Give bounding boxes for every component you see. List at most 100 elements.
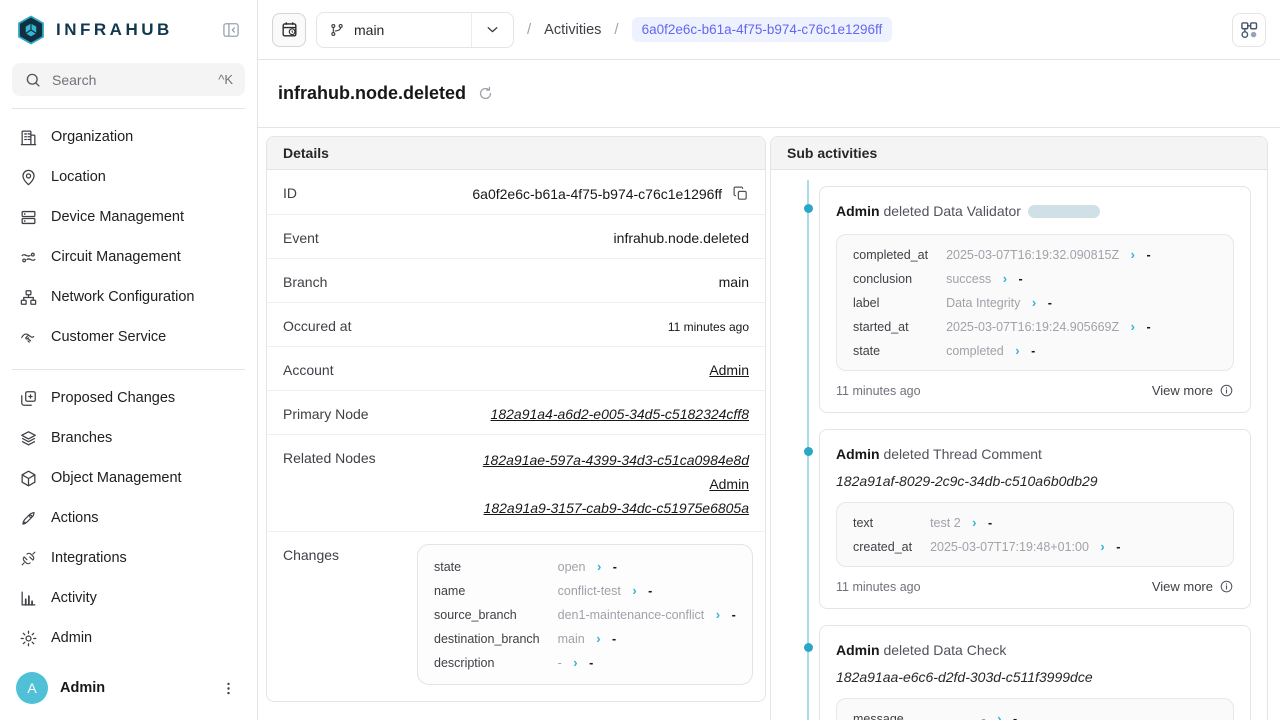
sidebar-item[interactable]: Customer Service (8, 317, 249, 357)
chevron-right-icon: › (596, 631, 600, 646)
sidebar: INFRAHUB Search ^K Organization Location (0, 0, 258, 720)
chart-icon (18, 588, 38, 608)
sub-activity-timestamp: 11 minutes ago (836, 384, 921, 398)
primary-node-link[interactable]: 182a91a4-a6d2-e005-34d5-c5182324cff8 (491, 406, 749, 422)
sidebar-item[interactable]: Actions (8, 498, 249, 538)
layers-icon (18, 428, 38, 448)
branch-selector-toggle[interactable] (471, 13, 513, 47)
user-menu-button[interactable] (216, 676, 241, 701)
branch-selector[interactable]: main (316, 12, 514, 48)
attribute-key: label (853, 296, 928, 310)
related-node-link[interactable]: 182a91a9-3157-cab9-34dc-c51975e6805a (484, 498, 749, 519)
sidebar-collapse-button[interactable] (219, 18, 243, 42)
sidebar-item-label: Customer Service (51, 329, 166, 345)
changes-box: state open › - name conflict-test › (417, 544, 753, 685)
schema-visualizer-button[interactable] (1232, 13, 1266, 47)
calendar-clock-icon (280, 20, 299, 39)
attribute-value: success › - (946, 271, 1217, 286)
change-value: den1-maintenance-conflict › - (558, 607, 736, 622)
sidebar-item-label: Object Management (51, 470, 182, 486)
sub-activity-actor: Admin (836, 446, 880, 462)
breadcrumb-id-badge[interactable]: 6a0f2e6c-b61a-4f75-b974-c76c1e1296ff (632, 17, 893, 42)
topbar: main / Activities / 6a0f2e6c-b61a-4f75-b… (258, 0, 1280, 60)
user-row[interactable]: A Admin (0, 658, 257, 720)
refresh-button[interactable] (477, 85, 494, 102)
sidebar-item-label: Organization (51, 129, 133, 145)
attribute-value: 2025-03-07T16:19:32.090815Z › - (946, 247, 1217, 262)
gear-icon (18, 628, 38, 648)
chevron-right-icon: › (573, 655, 577, 670)
related-node-link[interactable]: 182a91ae-597a-4399-34d3-c51ca0984e8d (483, 450, 749, 471)
sidebar-item-label: Circuit Management (51, 249, 181, 265)
breadcrumb-activities-link[interactable]: Activities (544, 22, 601, 38)
time-travel-button[interactable] (272, 13, 306, 47)
app-name: INFRAHUB (56, 20, 173, 40)
sidebar-item[interactable]: Device Management (8, 197, 249, 237)
chevron-right-icon: › (716, 607, 720, 622)
main-area: main / Activities / 6a0f2e6c-b61a-4f75-b… (258, 0, 1280, 720)
sidebar-item[interactable]: Admin (8, 618, 249, 658)
sidebar-item[interactable]: Location (8, 157, 249, 197)
sub-activity-timestamp: 11 minutes ago (836, 580, 921, 594)
change-key: source_branch (434, 608, 540, 622)
sidebar-item[interactable]: Organization (8, 117, 249, 157)
details-panel-header: Details (267, 137, 765, 170)
sidebar-item[interactable]: Proposed Changes (8, 378, 249, 418)
info-icon (1219, 383, 1234, 398)
sub-activities-timeline: Admin deleted Data Validator completed_a… (771, 170, 1267, 720)
detail-label: Event (283, 227, 319, 246)
sidebar-nav-primary: Organization Location Device Management … (0, 109, 257, 357)
attribute-old-value: success (946, 272, 991, 286)
sidebar-item[interactable]: Circuit Management (8, 237, 249, 277)
chevron-right-icon: › (632, 583, 636, 598)
search-icon (24, 71, 42, 89)
attribute-old-value: Data Integrity (946, 296, 1020, 310)
sub-activity-title: Admin deleted Data Validator (836, 201, 1234, 221)
attribute-new-value: - (1031, 344, 1035, 358)
branch-selector-value: main (354, 22, 384, 38)
sub-activity-action: deleted Data Check (883, 642, 1006, 658)
user-name: Admin (60, 680, 105, 696)
chevron-right-icon: › (1100, 539, 1104, 554)
change-key: destination_branch (434, 632, 540, 646)
chevron-right-icon: › (1131, 247, 1135, 262)
sub-activity-card: Admin deleted Data Validator completed_a… (819, 186, 1251, 413)
logo-row: INFRAHUB (0, 0, 257, 53)
change-key: name (434, 584, 540, 598)
titlebar: infrahub.node.deleted (258, 60, 1280, 128)
details-panel: Details ID 6a0f2e6c-b61a-4f75-b974-c76c1… (266, 136, 766, 702)
building-icon (18, 127, 38, 147)
search-placeholder: Search (52, 72, 96, 88)
change-old-value: main (558, 632, 585, 646)
related-node-link[interactable]: Admin (709, 474, 749, 495)
view-more-button[interactable]: View more (1152, 579, 1234, 594)
sidebar-item[interactable]: Branches (8, 418, 249, 458)
copy-id-button[interactable] (732, 185, 749, 202)
attribute-old-value: - (982, 712, 986, 720)
view-more-button[interactable]: View more (1152, 383, 1234, 398)
sidebar-item-label: Proposed Changes (51, 390, 175, 406)
change-value: - › - (558, 655, 736, 670)
search-input[interactable]: Search ^K (12, 63, 245, 96)
attribute-key: conclusion (853, 272, 928, 286)
account-link[interactable]: Admin (709, 362, 749, 378)
sidebar-item[interactable]: Object Management (8, 458, 249, 498)
change-old-value: open (558, 560, 586, 574)
sidebar-item[interactable]: Integrations (8, 538, 249, 578)
view-more-label: View more (1152, 383, 1213, 398)
sidebar-item[interactable]: Activity (8, 578, 249, 618)
attribute-new-value: - (1146, 320, 1150, 334)
sidebar-item[interactable]: Network Configuration (8, 277, 249, 317)
kebab-icon (220, 680, 237, 697)
attribute-old-value: 2025-03-07T17:19:48+01:00 (930, 540, 1089, 554)
detail-label: ID (283, 182, 297, 201)
info-icon (1219, 579, 1234, 594)
sub-activity-footer: 11 minutes ago View more (836, 383, 1234, 398)
skeleton-placeholder (1028, 205, 1100, 218)
change-new-value: - (613, 560, 617, 574)
git-branch-icon (329, 22, 345, 38)
sub-activity-title: Admin deleted Data Check (836, 640, 1234, 660)
change-new-value: - (612, 632, 616, 646)
attribute-new-value: - (988, 516, 992, 530)
cube-icon (18, 468, 38, 488)
